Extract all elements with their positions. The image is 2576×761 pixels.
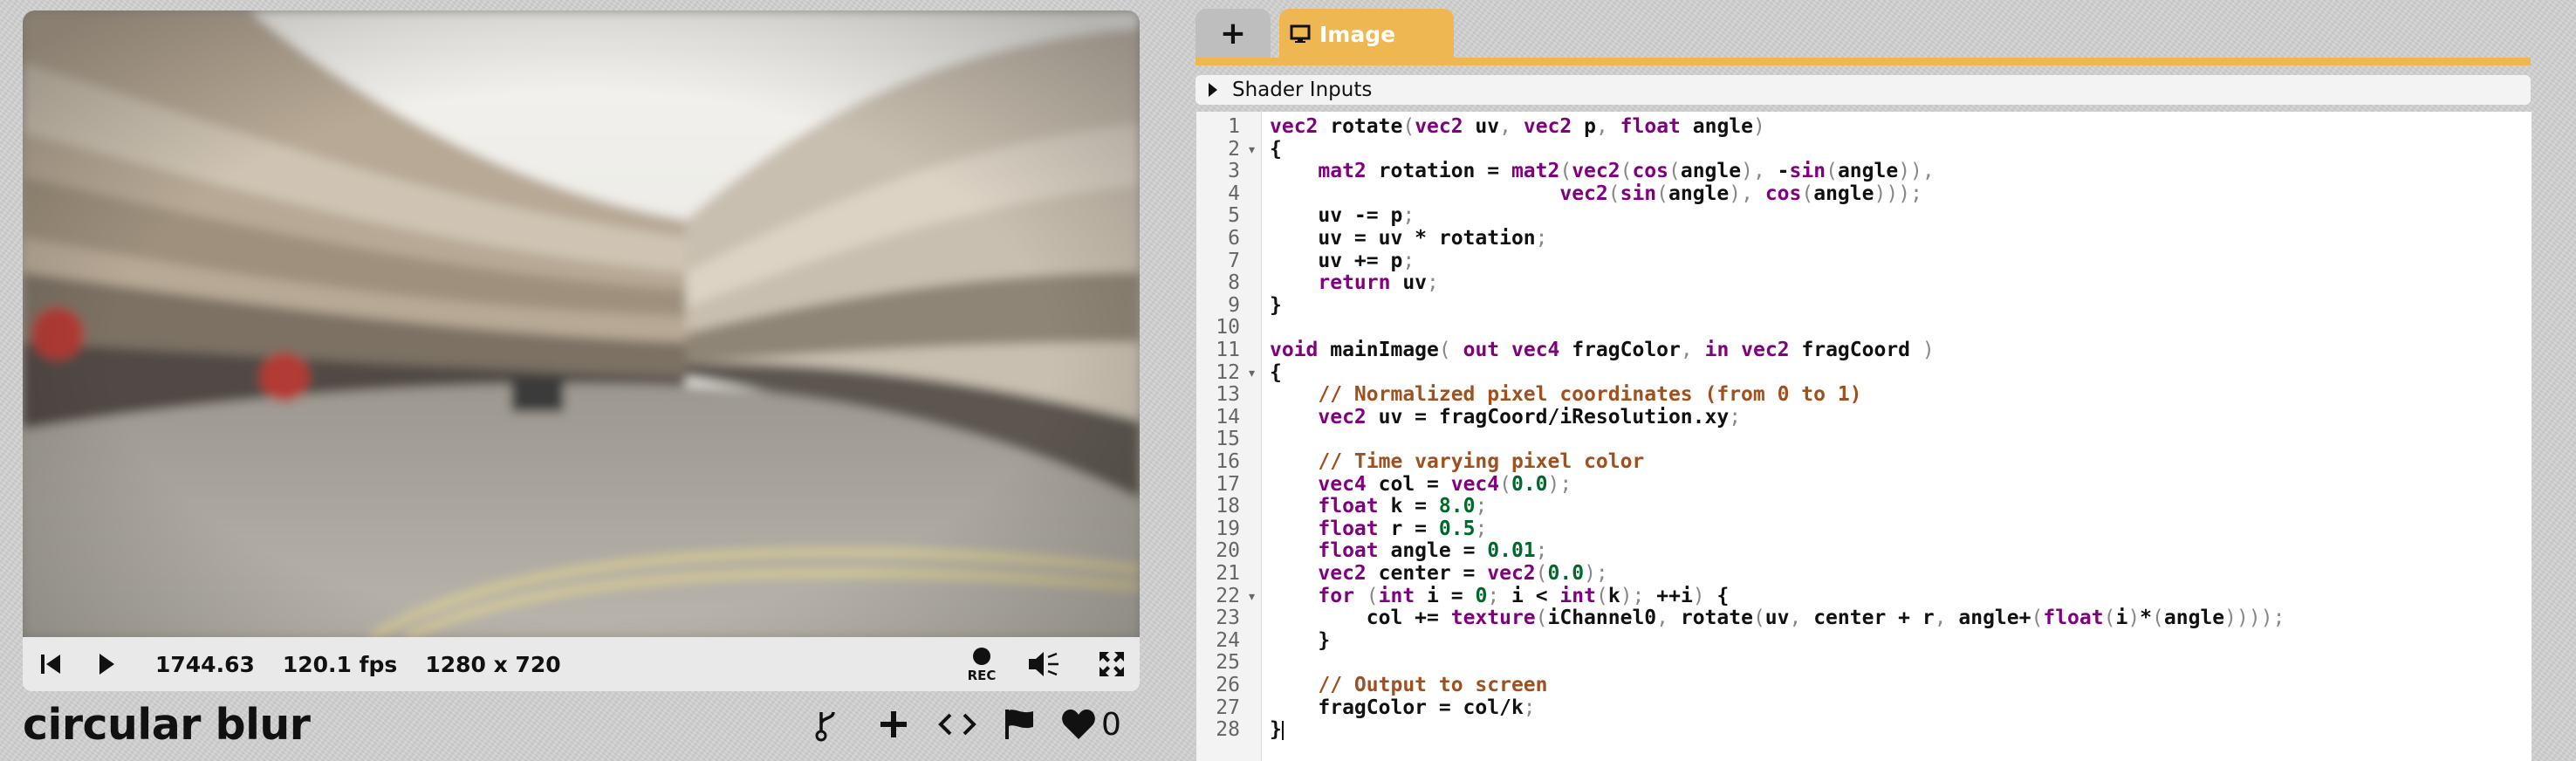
- line-number: 6: [1228, 227, 1240, 250]
- skip-back-icon[interactable]: [35, 647, 66, 682]
- line-number: 16: [1216, 450, 1240, 473]
- line-number: 21: [1216, 562, 1240, 585]
- line-number: 1: [1228, 115, 1240, 138]
- fold-toggle-icon[interactable]: ▾: [1249, 143, 1255, 157]
- like-button[interactable]: 0: [1061, 704, 1121, 744]
- line-number: 18: [1216, 495, 1240, 518]
- plus-icon[interactable]: [876, 704, 911, 744]
- code-line: uv = uv * rotation;: [1270, 227, 1548, 250]
- line-number: 23: [1216, 607, 1240, 630]
- shader-inputs-label: Shader Inputs: [1232, 79, 1373, 101]
- code-line: vec2 uv = fragCoord/iResolution.xy;: [1318, 405, 1742, 428]
- time-display: 1744.63: [155, 651, 255, 677]
- tab-image-label: Image: [1319, 21, 1396, 47]
- code-line: vec2 rotate(vec2 uv, vec2 p, float angle…: [1270, 115, 1765, 138]
- line-number: 13: [1216, 383, 1240, 407]
- code-line: uv -= p;: [1270, 204, 1415, 228]
- shader-title: circular blur: [23, 700, 311, 750]
- code-line: return uv;: [1318, 271, 1439, 295]
- line-number: 3: [1228, 160, 1240, 183]
- code-line: vec4 col = vec4(0.0);: [1318, 472, 1572, 496]
- code-line: float k = 8.0;: [1318, 495, 1488, 518]
- tab-underline: [1196, 58, 2531, 65]
- code-line: col += texture(iChannel0, rotate(uv, cen…: [1270, 607, 2285, 630]
- line-number: 26: [1216, 674, 1240, 696]
- code-line: vec2 center = vec2(0.0);: [1318, 562, 1608, 585]
- resolution-display: 1280 x 720: [425, 651, 561, 677]
- line-number: 8: [1228, 271, 1240, 295]
- line-number: 25: [1216, 651, 1240, 675]
- line-number: 27: [1216, 696, 1240, 719]
- add-tab-button[interactable]: +: [1196, 9, 1271, 59]
- code-line: {: [1270, 137, 1282, 161]
- like-count: 0: [1101, 706, 1121, 743]
- add-tab-label: +: [1219, 16, 1247, 51]
- line-number: 20: [1216, 539, 1240, 563]
- blurred-street-image: [23, 10, 1140, 637]
- code-line: // Output to screen: [1318, 674, 1548, 696]
- line-number: 11: [1216, 339, 1240, 361]
- line-number: 9: [1228, 293, 1240, 317]
- code-line: // Time varying pixel color: [1318, 450, 1645, 473]
- line-number: 28: [1216, 718, 1240, 742]
- tab-image[interactable]: Image: [1279, 9, 1454, 59]
- code-line: float r = 0.5;: [1318, 517, 1488, 540]
- fullscreen-icon[interactable]: [1096, 648, 1127, 680]
- code-line: float angle = 0.01;: [1318, 539, 1548, 563]
- line-number: 4: [1228, 182, 1240, 205]
- line-number: 17: [1216, 472, 1240, 496]
- fps-display: 120.1 fps: [282, 651, 398, 677]
- volume-icon[interactable]: [1026, 647, 1061, 682]
- line-number: 15: [1216, 428, 1240, 451]
- line-number: 22: [1216, 584, 1240, 607]
- code-line: {: [1270, 360, 1282, 384]
- line-number: 10: [1216, 316, 1240, 339]
- player-controls: 1744.63 120.1 fps 1280 x 720 REC: [23, 637, 1140, 691]
- code-line: mat2 rotation = mat2(vec2(cos(angle), -s…: [1318, 160, 1935, 183]
- code-line: void mainImage( out vec4 fragColor, in v…: [1270, 339, 1935, 361]
- record-icon: [973, 647, 990, 665]
- text-cursor: [1281, 720, 1284, 740]
- heart-icon: [1062, 710, 1095, 739]
- flag-icon[interactable]: [1002, 704, 1037, 744]
- line-number: 14: [1216, 405, 1240, 428]
- shader-inputs-toggle[interactable]: Shader Inputs: [1196, 75, 2531, 105]
- line-number: 2: [1228, 137, 1240, 161]
- line-number: 24: [1216, 628, 1240, 652]
- fold-toggle-icon[interactable]: ▾: [1249, 367, 1255, 380]
- code-line: uv += p;: [1270, 249, 1415, 272]
- fork-icon[interactable]: [810, 704, 845, 744]
- code-line: }: [1270, 718, 1284, 742]
- code-icon[interactable]: [937, 704, 977, 744]
- line-number: 19: [1216, 517, 1240, 540]
- code-editor[interactable]: 1 vec2 rotate(vec2 uv, vec2 p, float angl…: [1196, 112, 2531, 761]
- code-line: fragColor = col/k;: [1270, 696, 1536, 719]
- record-button[interactable]: REC: [962, 642, 1002, 688]
- shader-actions: 0: [810, 698, 1121, 751]
- code-line: }: [1270, 628, 1331, 652]
- play-icon[interactable]: [92, 647, 120, 682]
- shader-canvas[interactable]: [23, 10, 1140, 637]
- code-line: for (int i = 0; i < int(k); ++i) {: [1318, 584, 1730, 607]
- line-number: 12: [1216, 360, 1240, 384]
- triangle-right-icon: [1208, 82, 1218, 98]
- code-line: // Normalized pixel coordinates (from 0 …: [1318, 383, 1862, 407]
- line-number: 5: [1228, 204, 1240, 228]
- line-number: 7: [1228, 249, 1240, 272]
- monitor-icon: [1290, 24, 1311, 44]
- code-line: vec2(sin(angle), cos(angle)));: [1559, 182, 1922, 205]
- fold-toggle-icon[interactable]: ▾: [1249, 590, 1255, 604]
- rec-label: REC: [967, 667, 997, 683]
- code-line: }: [1270, 293, 1282, 317]
